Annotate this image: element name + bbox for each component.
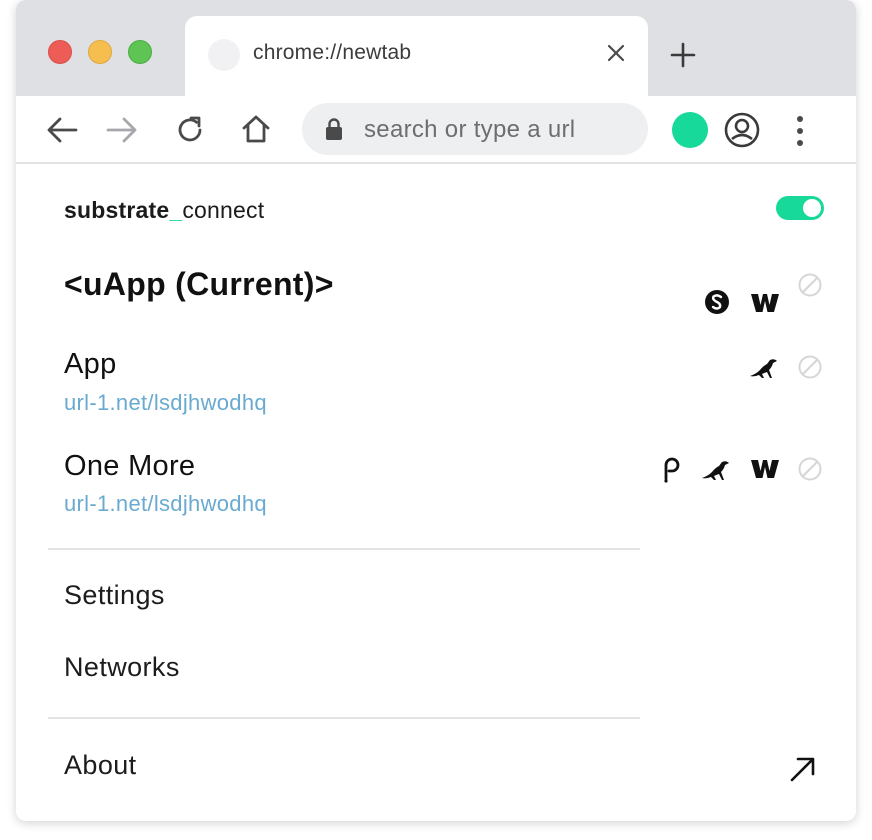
menu-item-networks[interactable]: Networks <box>64 652 180 683</box>
home-icon[interactable] <box>240 113 272 145</box>
maximize-window-button[interactable] <box>128 40 152 64</box>
disconnect-icon[interactable] <box>797 456 823 482</box>
forward-icon[interactable] <box>106 116 138 144</box>
app-url: url-1.net/lsdjhwodhq <box>64 390 267 415</box>
address-bar-placeholder: search or type a url <box>364 116 576 143</box>
app-name: One More <box>64 450 196 482</box>
profile-icon[interactable] <box>724 112 760 148</box>
substrate-connect-extension-icon[interactable] <box>672 112 708 148</box>
brand-bold: substrate <box>64 197 170 223</box>
westend-icon <box>751 294 779 312</box>
external-link-arrow-icon[interactable] <box>788 754 818 784</box>
substrate-icon <box>705 290 729 314</box>
disconnect-icon[interactable] <box>797 354 823 380</box>
brand-light: connect <box>182 197 265 223</box>
app-name: <uApp (Current)> <box>64 266 334 302</box>
disconnect-icon[interactable] <box>797 272 823 298</box>
menu-item-about[interactable]: About <box>64 750 137 781</box>
polkadot-icon <box>664 457 680 483</box>
back-icon[interactable] <box>46 116 78 144</box>
tab-title: chrome://newtab <box>253 41 412 64</box>
extension-enable-toggle[interactable] <box>776 196 824 220</box>
tab-favicon-icon <box>208 39 240 71</box>
brand-logo: substrate_connect <box>64 197 264 224</box>
browser-tab[interactable]: chrome://newtab <box>185 16 648 96</box>
lock-icon <box>326 118 342 140</box>
browser-menu-icon[interactable] <box>794 114 806 148</box>
browser-window: chrome://newtab search or type a url sub… <box>16 0 856 821</box>
minimize-window-button[interactable] <box>88 40 112 64</box>
tab-close-icon[interactable] <box>605 42 627 64</box>
divider <box>48 548 640 550</box>
kusama-bird-icon <box>750 359 777 378</box>
new-tab-icon[interactable] <box>670 42 696 68</box>
browser-toolbar: search or type a url <box>16 96 856 164</box>
address-bar[interactable]: search or type a url <box>302 103 648 155</box>
app-name: App <box>64 348 117 380</box>
title-bar: chrome://newtab <box>16 0 856 96</box>
brand-underscore: _ <box>169 197 183 223</box>
reload-icon[interactable] <box>174 114 206 146</box>
kusama-bird-icon <box>702 461 729 480</box>
westend-icon <box>751 460 779 478</box>
extension-popup: substrate_connect <uApp (Current)> App u… <box>16 164 856 821</box>
close-window-button[interactable] <box>48 40 72 64</box>
toggle-knob <box>803 199 821 217</box>
divider <box>48 717 640 719</box>
app-url: url-1.net/lsdjhwodhq <box>64 491 267 516</box>
menu-item-settings[interactable]: Settings <box>64 580 165 611</box>
